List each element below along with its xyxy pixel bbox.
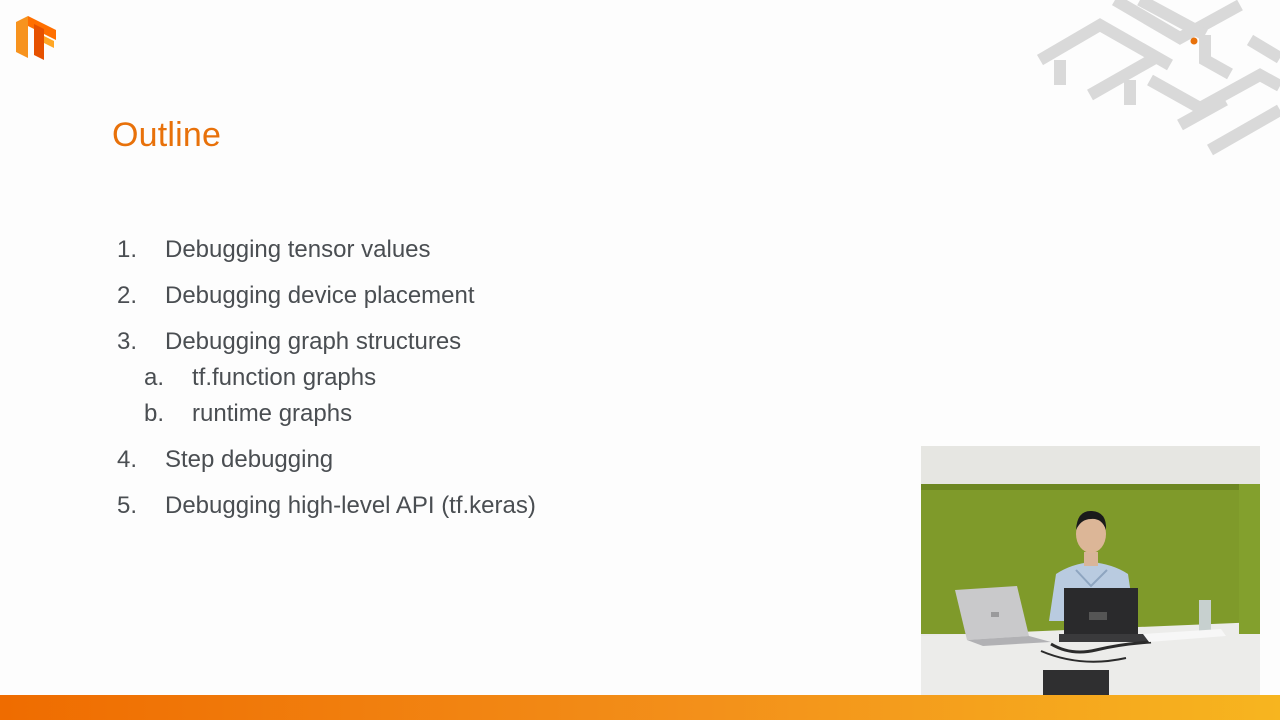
list-item-number: 1. — [117, 236, 138, 263]
speaker-video-frame — [921, 446, 1260, 695]
outline-list: 1. Debugging tensor values 2. Debugging de… — [117, 0, 817, 720]
list-item-label: Step debugging — [165, 446, 334, 473]
list-item-number: 4. — [117, 446, 138, 473]
list-item-number: 5. — [117, 492, 138, 519]
list-item: 5. Debugging high-level API (tf.keras) — [117, 492, 536, 520]
list-item: 2. Debugging device placement — [117, 282, 475, 310]
speaker-video — [921, 446, 1260, 695]
maze-dot-icon — [1190, 37, 1198, 45]
list-item-label: Debugging tensor values — [165, 236, 431, 263]
list-item: 3. Debugging graph structures — [117, 328, 461, 356]
tensorflow-logo-icon — [16, 16, 56, 60]
sub-list-item-label: runtime graphs — [192, 400, 353, 427]
list-item-number: 3. — [117, 328, 138, 355]
sub-list-item: b. runtime graphs — [144, 400, 352, 428]
list-item: 4. Step debugging — [117, 446, 333, 474]
list-item-number: 2. — [117, 282, 138, 309]
bottom-accent-bar — [0, 695, 1280, 720]
list-item: 1. Debugging tensor values — [117, 236, 431, 264]
sub-list-item-letter: b. — [144, 400, 165, 427]
list-item-label: Debugging high-level API (tf.keras) — [165, 492, 536, 519]
list-item-label: Debugging device placement — [165, 282, 475, 309]
sub-list-item-letter: a. — [144, 364, 165, 391]
slide: Outline 1. Debugging tensor values 2. Debu… — [0, 0, 1280, 720]
maze-decoration-icon — [1036, 0, 1280, 156]
sub-list-item-label: tf.function graphs — [192, 364, 377, 391]
list-item-label: Debugging graph structures — [165, 328, 462, 355]
sub-list-item: a. tf.function graphs — [144, 364, 376, 392]
